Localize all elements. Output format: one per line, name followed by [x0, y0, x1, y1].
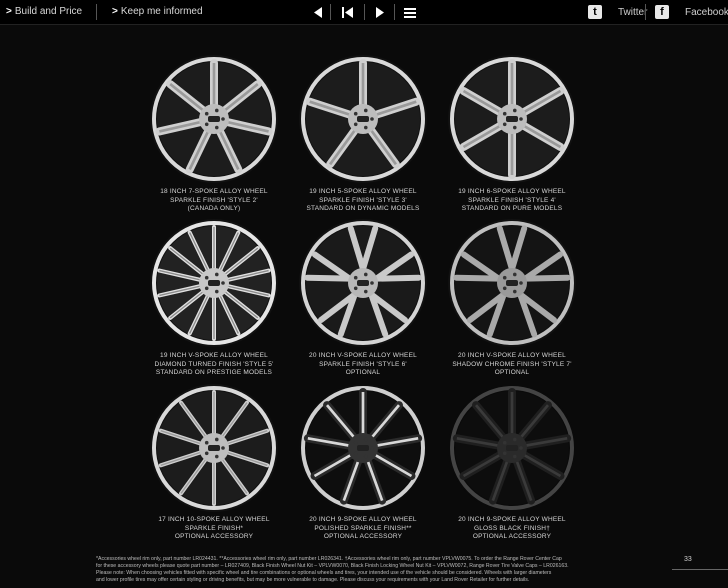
divider	[96, 4, 97, 20]
wheel-availability: OPTIONAL ACCESSORY	[174, 533, 254, 540]
wheel-availability: STANDARD ON PRESTIGE MODELS	[155, 369, 273, 376]
wheel-image	[298, 54, 428, 184]
wheel-availability: OPTIONAL ACCESSORY	[323, 533, 403, 540]
divider	[394, 4, 395, 20]
wheel-finish: SPARKLE FINISH 'STYLE 3'	[319, 196, 407, 204]
divider	[672, 569, 728, 570]
next-icon	[376, 7, 384, 18]
wheel-caption: 18 INCH 7-SPOKE ALLOY WHEEL SPARKLE FINI…	[139, 188, 289, 214]
wheel-image	[447, 383, 577, 513]
divider	[645, 4, 646, 20]
wheel-finish: SHADOW CHROME FINISH 'STYLE 7'	[452, 360, 572, 368]
alloy-wheel-illustration	[299, 55, 427, 183]
alloy-wheel-illustration	[448, 219, 576, 347]
footnote-line: for these accessory wheels please quote …	[96, 563, 569, 569]
wheel-title: 20 INCH 9-SPOKE ALLOY WHEEL	[309, 516, 417, 523]
wheel-title: 19 INCH 6-SPOKE ALLOY WHEEL	[458, 188, 566, 195]
keep-me-informed-label: Keep me informed	[120, 6, 203, 17]
wheel-image	[149, 54, 279, 184]
wheel-caption: 19 INCH V-SPOKE ALLOY WHEEL DIAMOND TURN…	[139, 352, 289, 378]
wheel-image	[149, 218, 279, 348]
wheel-availability: OPTIONAL	[494, 369, 530, 376]
wheel-caption: 20 INCH V-SPOKE ALLOY WHEEL SPARKLE FINI…	[288, 352, 438, 378]
wheel-title: 20 INCH V-SPOKE ALLOY WHEEL	[309, 352, 417, 359]
wheel-caption: 17 INCH 10-SPOKE ALLOY WHEEL SPARKLE FIN…	[139, 516, 289, 542]
twitter-icon: t	[588, 5, 602, 19]
wheel-availability: OPTIONAL	[345, 369, 381, 376]
alloy-wheel-illustration	[150, 384, 278, 512]
wheel-image	[298, 383, 428, 513]
alloy-wheel-illustration	[448, 384, 576, 512]
wheel-availability: (CANADA ONLY)	[187, 205, 241, 212]
alloy-wheel-illustration	[150, 219, 278, 347]
facebook-icon: f	[655, 5, 669, 19]
wheel-finish: SPARKLE FINISH 'STYLE 2'	[170, 196, 258, 204]
alloy-wheel-illustration	[448, 55, 576, 183]
wheel-image	[298, 218, 428, 348]
chevron-right-icon: >	[112, 6, 118, 17]
previous-page-button[interactable]	[308, 6, 328, 19]
alloy-wheel-illustration	[299, 219, 427, 347]
wheel-finish: GLOSS BLACK FINISH†	[473, 524, 551, 532]
first-page-icon	[341, 7, 353, 18]
menu-button[interactable]	[400, 6, 420, 19]
twitter-link[interactable]: t Twitter	[588, 4, 647, 20]
build-and-price-label: Build and Price	[14, 6, 83, 17]
wheel-finish: SPARKLE FINISH 'STYLE 4'	[468, 196, 556, 204]
facebook-label: Facebook	[685, 6, 728, 18]
footnote-line: and lower profile tires may offer certai…	[96, 577, 530, 583]
footnotes: *Accessories wheel rim only, part number…	[96, 556, 692, 584]
wheel-caption: 19 INCH 5-SPOKE ALLOY WHEEL SPARKLE FINI…	[288, 188, 438, 214]
wheel-finish: SPARKLE FINISH 'STYLE 6'	[319, 360, 407, 368]
wheel-image	[447, 218, 577, 348]
menu-icon	[404, 8, 416, 18]
wheel-caption: 20 INCH 9-SPOKE ALLOY WHEEL POLISHED SPA…	[288, 516, 438, 542]
alloy-wheel-illustration	[150, 55, 278, 183]
next-page-button[interactable]	[370, 6, 390, 19]
wheel-title: 18 INCH 7-SPOKE ALLOY WHEEL	[160, 188, 268, 195]
wheel-image	[149, 383, 279, 513]
wheel-title: 19 INCH 5-SPOKE ALLOY WHEEL	[309, 188, 417, 195]
wheel-title: 20 INCH 9-SPOKE ALLOY WHEEL	[458, 516, 566, 523]
wheel-availability: OPTIONAL ACCESSORY	[472, 533, 552, 540]
wheel-title: 20 INCH V-SPOKE ALLOY WHEEL	[458, 352, 566, 359]
wheel-availability: STANDARD ON PURE MODELS	[461, 205, 563, 212]
wheel-finish: POLISHED SPARKLE FINISH**	[314, 524, 412, 532]
footnote-line: Please note: When choosing vehicles fitt…	[96, 570, 552, 576]
wheel-caption: 20 INCH 9-SPOKE ALLOY WHEEL GLOSS BLACK …	[437, 516, 587, 542]
facebook-link[interactable]: f Facebook	[655, 4, 728, 20]
page-number: 33	[684, 556, 692, 563]
wheel-finish: SPARKLE FINISH*	[184, 524, 244, 532]
footnote-line: *Accessories wheel rim only, part number…	[96, 556, 562, 562]
wheel-caption: 19 INCH 6-SPOKE ALLOY WHEEL SPARKLE FINI…	[437, 188, 587, 214]
wheel-title: 17 INCH 10-SPOKE ALLOY WHEEL	[158, 516, 270, 523]
wheel-caption: 20 INCH V-SPOKE ALLOY WHEEL SHADOW CHROM…	[437, 352, 587, 378]
previous-icon	[314, 7, 322, 18]
wheel-title: 19 INCH V-SPOKE ALLOY WHEEL	[160, 352, 268, 359]
wheel-availability: STANDARD ON DYNAMIC MODELS	[306, 205, 420, 212]
twitter-label: Twitter	[618, 6, 648, 18]
divider	[330, 4, 331, 20]
build-and-price-link[interactable]: > Build and Price	[6, 6, 82, 17]
chevron-right-icon: >	[6, 6, 12, 17]
alloy-wheel-illustration	[299, 384, 427, 512]
wheel-image	[447, 54, 577, 184]
wheel-finish: DIAMOND TURNED FINISH 'STYLE 5'	[154, 360, 274, 368]
keep-me-informed-link[interactable]: > Keep me informed	[112, 6, 203, 17]
first-page-button[interactable]	[336, 6, 358, 19]
top-toolbar: > Build and Price > Keep me informed t Twit…	[0, 0, 728, 25]
divider	[364, 4, 365, 20]
